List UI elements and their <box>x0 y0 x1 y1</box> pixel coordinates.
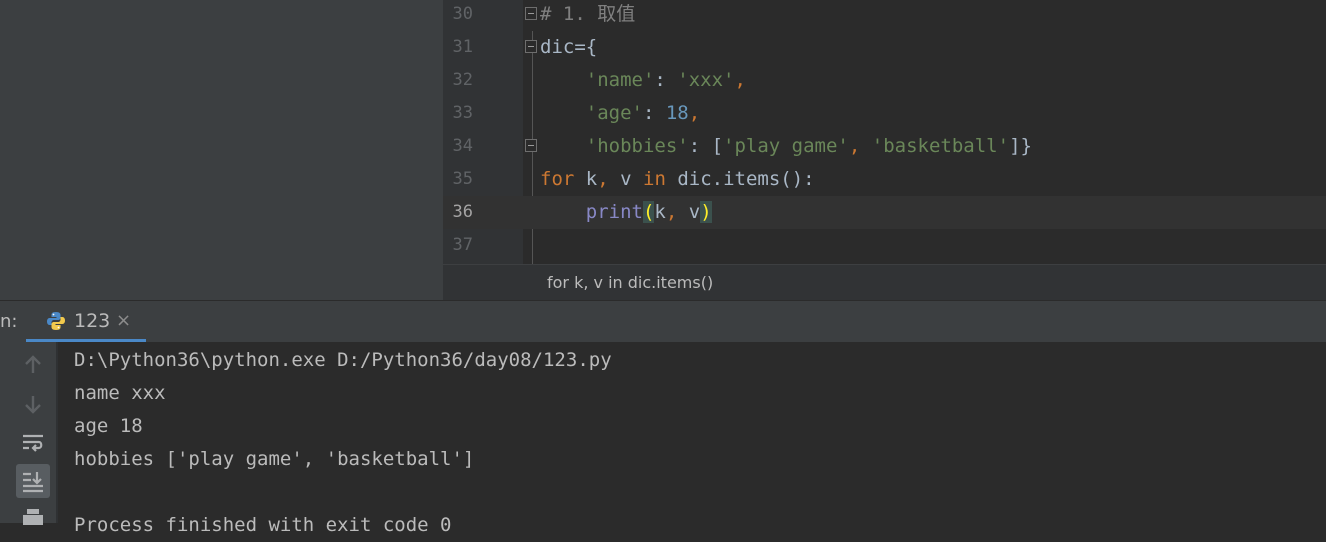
code-token: for <box>540 168 575 190</box>
scroll-up-button[interactable] <box>16 348 50 382</box>
code-token: : <box>642 102 666 124</box>
code-line[interactable]: 31 dic={ <box>443 31 1326 64</box>
project-panel <box>0 0 443 300</box>
code-token: v <box>608 168 643 190</box>
code-token: 'name' <box>585 69 655 91</box>
line-number[interactable]: 32 <box>443 64 473 97</box>
code-editor[interactable]: 30 # 1. 取值 31 dic={32 'name': 'xxx', 33 'age… <box>443 0 1326 300</box>
line-number[interactable]: 30 <box>443 0 473 31</box>
console-line: Process finished with exit code 0 <box>74 514 452 536</box>
console-line: hobbies ['play game', 'basketball'] <box>74 448 475 470</box>
code-line[interactable]: 34 'hobbies': ['play game', 'basketball'… <box>443 130 1326 163</box>
code-text: 'name': 'xxx', <box>540 64 746 97</box>
arrow-down-icon <box>25 396 41 414</box>
code-line[interactable]: 30 # 1. 取值 <box>443 0 1326 31</box>
code-token: 'hobbies' <box>585 135 689 157</box>
code-token: ]} <box>1009 135 1032 157</box>
code-token: , <box>665 201 678 223</box>
breadcrumb[interactable]: for k, v in dic.items() <box>443 264 1326 300</box>
breadcrumb-text[interactable]: for k, v in dic.items() <box>547 265 713 300</box>
run-tool-window-header: n: 123 × <box>0 300 1326 342</box>
code-token: , <box>597 168 609 190</box>
fold-marker-icon[interactable] <box>525 139 537 152</box>
code-token: v <box>677 201 701 223</box>
run-tab-123[interactable]: 123 × <box>26 301 146 342</box>
code-token: , <box>688 102 701 124</box>
print-icon <box>23 509 43 525</box>
fold-marker-icon[interactable] <box>525 7 537 20</box>
line-number[interactable]: 31 <box>443 31 473 64</box>
line-number[interactable]: 36 <box>443 196 473 229</box>
code-line[interactable]: 37 <box>443 229 1326 262</box>
scroll-down-button[interactable] <box>16 387 50 421</box>
close-icon[interactable]: × <box>116 301 131 341</box>
code-token: in <box>643 168 666 190</box>
code-line[interactable]: 32 'name': 'xxx', <box>443 64 1326 97</box>
code-token: ( <box>642 201 655 223</box>
code-token: 18 <box>665 102 689 124</box>
code-token: ) <box>700 201 712 223</box>
code-text: 'hobbies': ['play game', 'basketball']} <box>540 130 1032 163</box>
code-token: # 1. 取值 <box>540 3 636 25</box>
code-token: , <box>848 135 872 157</box>
code-token: : [ <box>688 135 724 157</box>
code-line[interactable]: 33 'age': 18, <box>443 97 1326 130</box>
run-console[interactable]: D:\Python36\python.exe D:/Python36/day08… <box>58 342 1326 536</box>
scroll-to-end-icon <box>23 472 43 493</box>
line-number[interactable]: 35 <box>443 163 473 196</box>
code-token: , <box>734 69 746 91</box>
code-token: 'basketball' <box>871 135 1010 157</box>
soft-wrap-icon <box>23 434 43 452</box>
code-line[interactable]: 35 for k, v in dic.items(): <box>443 163 1326 196</box>
code-token: print <box>585 201 643 223</box>
console-line: age 18 <box>74 415 143 437</box>
code-token: k <box>654 201 666 223</box>
code-token: : <box>654 69 678 91</box>
fold-marker-icon[interactable] <box>525 40 537 53</box>
run-tab-label: 123 <box>74 310 111 332</box>
print-button[interactable] <box>16 502 50 536</box>
code-token: 'xxx' <box>677 69 735 91</box>
scroll-to-end-button[interactable] <box>16 464 50 498</box>
code-token: k <box>574 168 598 190</box>
code-token: dic.items(): <box>665 168 815 190</box>
code-text: dic={ <box>540 31 597 64</box>
python-icon <box>47 312 65 330</box>
soft-wrap-button[interactable] <box>16 426 50 460</box>
run-toolbar <box>0 342 58 525</box>
line-number[interactable]: 37 <box>443 229 473 262</box>
code-line[interactable]: 36 print(k, v) <box>443 196 1326 229</box>
code-token: dic={ <box>540 36 598 58</box>
line-number[interactable]: 34 <box>443 130 473 163</box>
console-line: name xxx <box>74 382 166 404</box>
run-label: n: <box>0 311 18 332</box>
code-text: 'age': 18, <box>540 97 700 130</box>
code-text: # 1. 取值 <box>540 0 635 31</box>
code-text: for k, v in dic.items(): <box>540 163 815 196</box>
code-token: 'play game' <box>723 135 849 157</box>
arrow-up-icon <box>25 355 41 373</box>
code-token: 'age' <box>585 102 643 124</box>
line-number[interactable]: 33 <box>443 97 473 130</box>
code-text: print(k, v) <box>540 196 712 229</box>
console-line: D:\Python36\python.exe D:/Python36/day08… <box>74 349 612 371</box>
